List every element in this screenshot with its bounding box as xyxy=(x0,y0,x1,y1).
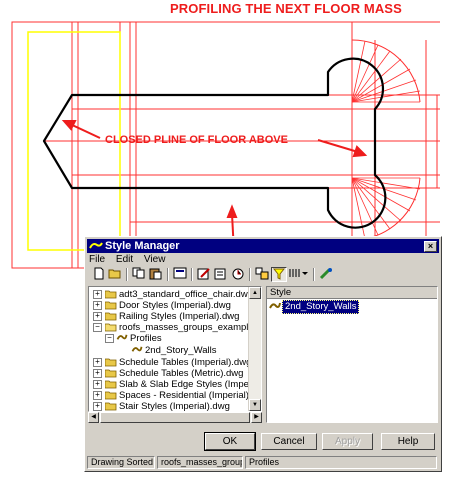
style-manager-window: Style Manager × File Edit View + adt3_st… xyxy=(84,236,442,472)
scroll-down-icon[interactable]: ▼ xyxy=(249,399,261,411)
collapse-icon[interactable]: − xyxy=(93,323,102,332)
help-button[interactable]: Help xyxy=(381,433,435,450)
callout-label: CLOSED PLINE OF FLOOR ABOVE xyxy=(105,134,288,146)
toolbar xyxy=(89,267,437,283)
selected-style-label: 2nd_Story_Walls xyxy=(282,300,360,314)
menu-edit[interactable]: Edit xyxy=(116,254,133,265)
scroll-thumb[interactable] xyxy=(100,412,250,423)
toolbar-separator xyxy=(167,268,169,281)
edit-style-icon[interactable] xyxy=(196,267,212,282)
status-sort: Drawing Sorted xyxy=(87,456,155,469)
title-bar[interactable]: Style Manager × xyxy=(87,239,439,253)
cancel-button[interactable]: Cancel xyxy=(261,433,317,450)
folder-icon xyxy=(105,391,117,400)
toolbar-separator xyxy=(191,268,193,281)
tree-items: + adt3_standard_office_chair.dwg + Door … xyxy=(89,287,261,412)
expander-icon[interactable]: + xyxy=(93,369,102,378)
folder-icon xyxy=(105,358,117,367)
open-icon[interactable] xyxy=(107,267,123,282)
open-folder-icon xyxy=(105,323,117,332)
style-manager-icon xyxy=(89,242,103,249)
menu-view[interactable]: View xyxy=(144,254,166,265)
scroll-up-icon[interactable]: ▲ xyxy=(249,287,261,299)
folder-icon xyxy=(105,380,117,389)
folder-icon xyxy=(105,369,117,378)
tree-item-label: Railing Styles (Imperial).dwg xyxy=(119,311,240,322)
tree-item-label: Spaces - Residential (Imperial).dwg xyxy=(119,390,262,401)
apply-button[interactable]: Apply xyxy=(322,433,373,450)
tree-item-label: roofs_masses_groups_example.dwg xyxy=(119,322,262,333)
expander-icon[interactable]: + xyxy=(93,358,102,367)
dropdown-arrow-icon[interactable] xyxy=(300,267,310,282)
tree-item-label: Slab & Slab Edge Styles (Imperial).dwg xyxy=(119,379,261,390)
tree-horizontal-scrollbar[interactable]: ◀ ▶ xyxy=(88,412,262,423)
paste-icon[interactable] xyxy=(148,267,164,282)
expander-icon[interactable]: + xyxy=(93,391,102,400)
purge-icon[interactable] xyxy=(213,267,229,282)
expander-icon[interactable]: + xyxy=(93,402,102,411)
tree-item-label: adt3_standard_office_chair.dwg xyxy=(119,289,253,300)
status-bar: Drawing Sorted roofs_masses_groups Profi… xyxy=(87,456,439,469)
expander-icon[interactable]: + xyxy=(93,301,102,310)
folder-icon xyxy=(105,301,117,310)
ok-button[interactable]: OK xyxy=(204,432,256,451)
profile-style-icon xyxy=(269,302,281,309)
tree-item-label: Door Styles (Imperial).dwg xyxy=(119,300,231,311)
folder-icon xyxy=(105,290,117,299)
tree-item-label: Schedule Tables (Imperial).dwg xyxy=(119,357,252,368)
toolbar-separator xyxy=(249,268,251,281)
filter-icon[interactable] xyxy=(271,267,287,282)
style-list-pane[interactable]: Style 2nd_Story_Walls xyxy=(266,286,438,423)
help-icon[interactable] xyxy=(318,267,334,282)
expander-icon[interactable]: + xyxy=(93,380,102,389)
collapse-icon[interactable]: − xyxy=(105,334,114,343)
close-icon[interactable]: × xyxy=(424,241,437,252)
scroll-left-icon[interactable]: ◀ xyxy=(88,412,99,423)
properties-icon[interactable] xyxy=(172,267,188,282)
profile-style-icon xyxy=(116,334,128,340)
page-title: PROFILING THE NEXT FLOOR MASS xyxy=(170,1,402,16)
folder-icon xyxy=(105,402,117,411)
radial-hatch xyxy=(351,40,421,240)
tree-item-label: 2nd_Story_Walls xyxy=(145,345,217,356)
expander-icon[interactable]: + xyxy=(93,290,102,299)
new-icon[interactable] xyxy=(91,267,107,282)
profile-style-icon xyxy=(131,346,143,352)
toggle-view-icon[interactable] xyxy=(254,267,270,282)
column-header-style[interactable]: Style xyxy=(267,287,437,299)
menu-file[interactable]: File xyxy=(89,254,105,265)
set-from-icon[interactable] xyxy=(230,267,246,282)
tree-item-label: Stair Styles (Imperial).dwg xyxy=(119,401,230,412)
status-drawing: roofs_masses_groups xyxy=(157,456,243,469)
status-category: Profiles xyxy=(245,456,437,469)
expander-icon[interactable]: + xyxy=(93,312,102,321)
tree-item-label: Schedule Tables (Metric).dwg xyxy=(119,368,244,379)
scroll-right-icon[interactable]: ▶ xyxy=(251,412,262,423)
window-title: Style Manager xyxy=(105,240,180,252)
folder-icon xyxy=(105,312,117,321)
menu-bar: File Edit View xyxy=(89,254,173,266)
copy-icon[interactable] xyxy=(131,267,147,282)
drawing-tree[interactable]: + adt3_standard_office_chair.dwg + Door … xyxy=(88,286,262,412)
tree-vertical-scrollbar[interactable]: ▲ ▼ xyxy=(248,287,261,411)
toolbar-separator xyxy=(313,268,315,281)
tree-item-label: Profiles xyxy=(130,333,162,344)
toolbar-separator xyxy=(126,268,128,281)
